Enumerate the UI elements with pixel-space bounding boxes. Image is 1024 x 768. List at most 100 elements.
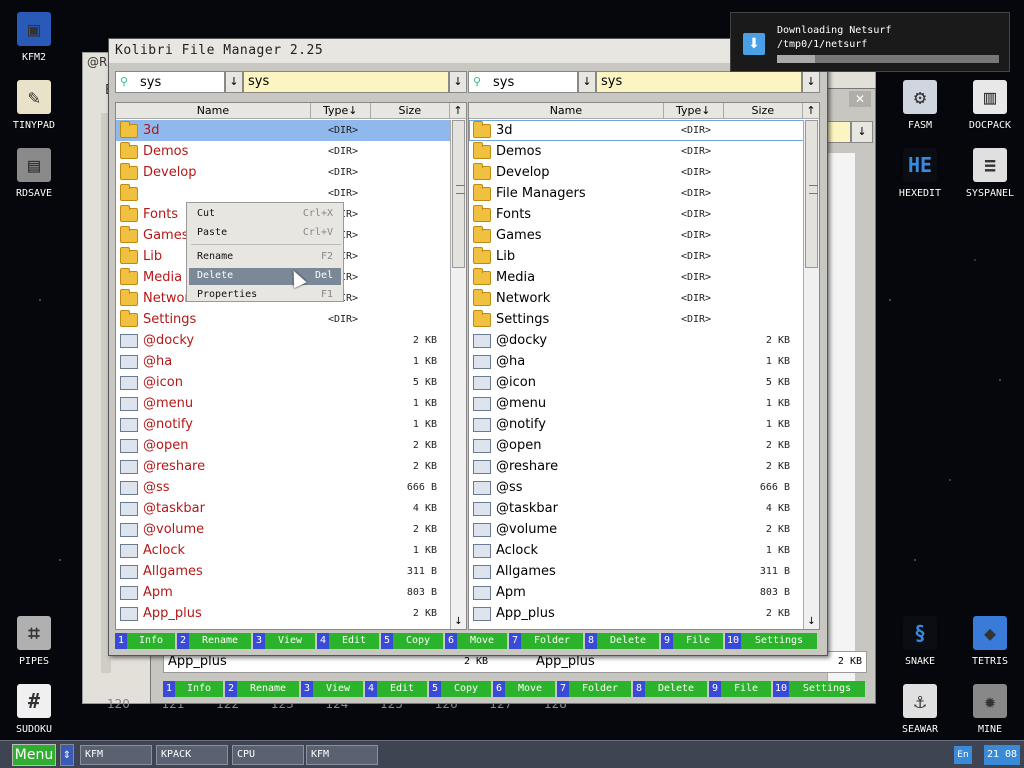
file-row[interactable]: @docky 2 KB: [116, 330, 452, 351]
left-file-panel[interactable]: Name Type↓ Size ↑ 3d <DIR> Demos <DIR> Devel…: [115, 102, 467, 630]
folder-row[interactable]: File Managers <DIR>: [469, 183, 805, 204]
file-row[interactable]: Aclock 1 KB: [469, 540, 805, 561]
chevron-down-icon[interactable]: ↓: [578, 71, 596, 93]
right-scrollbar[interactable]: ↓: [803, 120, 819, 629]
scrollbar-thumb[interactable]: [452, 120, 465, 268]
fkey-view-button[interactable]: 3 View: [253, 633, 315, 649]
taskbar-task-kfm[interactable]: KFM: [306, 745, 378, 765]
close-icon[interactable]: ✕: [849, 91, 871, 107]
fkey-settings-button[interactable]: 10 Settings: [773, 681, 865, 697]
desktop-icon-tinypad[interactable]: ✎ TINYPAD: [2, 80, 66, 131]
fkey-folder-button[interactable]: 7 Folder: [557, 681, 631, 697]
fkey-file-button[interactable]: 9 File: [709, 681, 771, 697]
file-row[interactable]: @ha 1 KB: [116, 351, 452, 372]
taskbar-task-kpack[interactable]: KPACK: [156, 745, 228, 765]
right-drive-select[interactable]: ⚲ sys: [468, 71, 578, 93]
taskbar-task-cpu[interactable]: CPU: [232, 745, 304, 765]
context-menu-properties[interactable]: Properties F1: [189, 287, 341, 304]
desktop-icon-pipes[interactable]: ⌗ PIPES: [2, 616, 66, 667]
column-type-header[interactable]: Type↓: [664, 103, 724, 118]
file-row[interactable]: Apm 803 B: [116, 582, 452, 603]
file-row[interactable]: Apm 803 B: [469, 582, 805, 603]
folder-row[interactable]: Develop <DIR>: [116, 162, 452, 183]
file-row[interactable]: @open 2 KB: [469, 435, 805, 456]
start-menu-button[interactable]: Menu: [12, 744, 56, 766]
fkey-view-button[interactable]: 3 View: [301, 681, 363, 697]
file-row[interactable]: Aclock 1 KB: [116, 540, 452, 561]
scroll-up-icon[interactable]: ↑: [803, 103, 819, 118]
file-row[interactable]: @reshare 2 KB: [116, 456, 452, 477]
fkey-info-button[interactable]: 1 Info: [163, 681, 223, 697]
right-file-panel[interactable]: Name Type↓ Size ↑ 3d <DIR> Demos <DIR> Devel…: [468, 102, 820, 630]
file-row[interactable]: @icon 5 KB: [116, 372, 452, 393]
left-scrollbar[interactable]: ↓: [450, 120, 466, 629]
chevron-down-icon[interactable]: ↓: [225, 71, 243, 93]
file-row[interactable]: @menu 1 KB: [469, 393, 805, 414]
folder-row[interactable]: Fonts <DIR>: [469, 204, 805, 225]
scroll-up-icon[interactable]: ↑: [450, 103, 466, 118]
scrollbar-thumb[interactable]: [805, 120, 818, 268]
file-manager-window[interactable]: Kolibri File Manager 2.25 ⚲ sys ↓ sys ↓ …: [108, 38, 828, 656]
fkey-edit-button[interactable]: 4 Edit: [317, 633, 379, 649]
column-name-header[interactable]: Name: [116, 103, 311, 118]
context-menu-paste[interactable]: Paste Crl+V: [189, 225, 341, 242]
desktop-icon-fasm[interactable]: ⚙ FASM: [888, 80, 952, 131]
file-row[interactable]: @notify 1 KB: [469, 414, 805, 435]
clock[interactable]: 21 08: [984, 745, 1020, 765]
desktop-icon-docpack[interactable]: ▥ DOCPACK: [958, 80, 1022, 131]
fkey-rename-button[interactable]: 2 Rename: [225, 681, 299, 697]
language-indicator[interactable]: En: [954, 746, 972, 764]
folder-row[interactable]: 3d <DIR>: [469, 120, 805, 141]
file-row[interactable]: @docky 2 KB: [469, 330, 805, 351]
fkey-move-button[interactable]: 6 Move: [493, 681, 555, 697]
column-size-header[interactable]: Size: [371, 103, 451, 118]
file-row[interactable]: Allgames 311 B: [469, 561, 805, 582]
fkey-copy-button[interactable]: 5 Copy: [429, 681, 491, 697]
folder-row[interactable]: Network <DIR>: [469, 288, 805, 309]
file-row[interactable]: Allgames 311 B: [116, 561, 452, 582]
context-menu[interactable]: Cut Crl+X Paste Crl+V Rename F2 Delete Del Prope…: [186, 202, 344, 302]
column-size-header[interactable]: Size: [724, 103, 804, 118]
context-menu-cut[interactable]: Cut Crl+X: [189, 206, 341, 223]
chevron-down-icon[interactable]: ↓: [851, 121, 873, 143]
folder-row[interactable]: Demos <DIR>: [469, 141, 805, 162]
file-row[interactable]: App_plus 2 KB: [116, 603, 452, 624]
fkey-file-button[interactable]: 9 File: [661, 633, 723, 649]
fkey-copy-button[interactable]: 5 Copy: [381, 633, 443, 649]
folder-row[interactable]: Settings <DIR>: [116, 309, 452, 330]
scroll-down-icon[interactable]: ↓: [804, 615, 819, 629]
column-name-header[interactable]: Name: [469, 103, 664, 118]
chevron-down-icon[interactable]: ↓: [802, 71, 820, 93]
desktop-icon-sudoku[interactable]: # SUDOKU: [2, 684, 66, 735]
folder-row[interactable]: 3d <DIR>: [116, 120, 452, 141]
desktop-icon-hexedit[interactable]: HE HEXEDIT: [888, 148, 952, 199]
chevron-down-icon[interactable]: ↓: [449, 71, 467, 93]
folder-row[interactable]: <DIR>: [116, 183, 452, 204]
file-row[interactable]: @menu 1 KB: [116, 393, 452, 414]
file-row[interactable]: @notify 1 KB: [116, 414, 452, 435]
file-row[interactable]: @taskbar 4 KB: [116, 498, 452, 519]
fkey-edit-button[interactable]: 4 Edit: [365, 681, 427, 697]
fkey-rename-button[interactable]: 2 Rename: [177, 633, 251, 649]
folder-row[interactable]: Settings <DIR>: [469, 309, 805, 330]
file-row[interactable]: App_plus 2 KB: [469, 603, 805, 624]
right-path-field[interactable]: sys: [596, 71, 802, 93]
fkey-info-button[interactable]: 1 Info: [115, 633, 175, 649]
scroll-down-icon[interactable]: ↓: [451, 615, 466, 629]
fkey-delete-button[interactable]: 8 Delete: [585, 633, 659, 649]
column-type-header[interactable]: Type↓: [311, 103, 371, 118]
desktop-icon-rdsave[interactable]: ▤ RDSAVE: [2, 148, 66, 199]
folder-row[interactable]: Media <DIR>: [469, 267, 805, 288]
file-row[interactable]: @volume 2 KB: [469, 519, 805, 540]
file-row[interactable]: @volume 2 KB: [116, 519, 452, 540]
folder-row[interactable]: Demos <DIR>: [116, 141, 452, 162]
folder-row[interactable]: Games <DIR>: [469, 225, 805, 246]
download-notification[interactable]: ⬇ Downloading Netsurf /tmp0/1/netsurf: [730, 12, 1010, 72]
window-title[interactable]: Kolibri File Manager 2.25: [109, 39, 827, 63]
desktop-icon-snake[interactable]: § SNAKE: [888, 616, 952, 667]
desktop-icon-tetris[interactable]: ◆ TETRIS: [958, 616, 1022, 667]
file-row[interactable]: @reshare 2 KB: [469, 456, 805, 477]
fkey-move-button[interactable]: 6 Move: [445, 633, 507, 649]
file-row[interactable]: @ha 1 KB: [469, 351, 805, 372]
desktop-icon-syspanel[interactable]: ≡ SYSPANEL: [958, 148, 1022, 199]
